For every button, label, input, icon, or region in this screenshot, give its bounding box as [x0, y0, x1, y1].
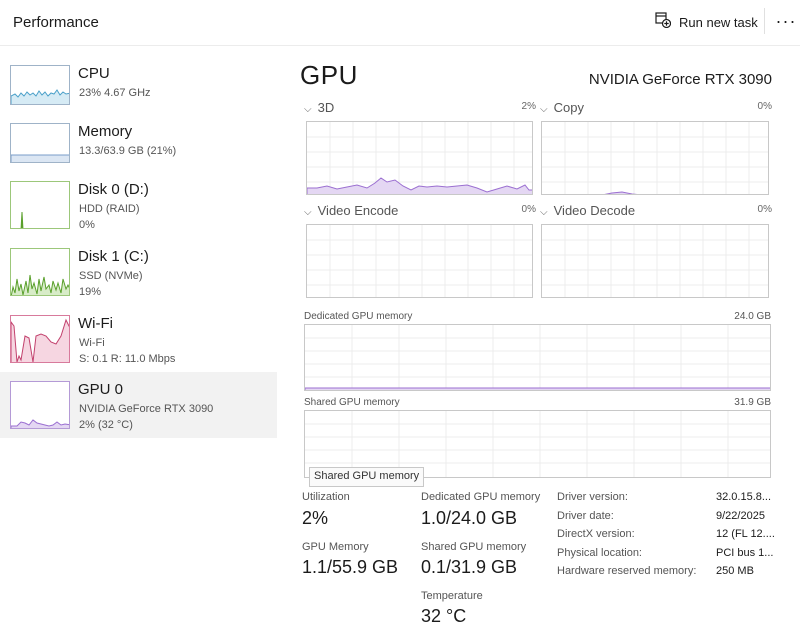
- header-bar: Performance Run new task ···: [0, 0, 800, 46]
- memory-thumbnail-graph: [10, 123, 70, 163]
- temperature-label: Temperature: [421, 590, 483, 602]
- shared-stat-value: 0.1/31.9 GB: [421, 557, 518, 577]
- engine-copy-selector[interactable]: ⌵ Copy 0%: [540, 100, 772, 116]
- wifi-thumbnail-graph: [10, 315, 70, 363]
- sidebar-item-label: Disk 1 (C:): [78, 248, 149, 265]
- chevron-down-icon: ⌵: [304, 207, 312, 218]
- gpu0-thumbnail-graph: [10, 381, 70, 429]
- sidebar-item-gpu0[interactable]: GPU 0 NVIDIA GeForce RTX 3090 2% (32 °C): [0, 372, 277, 438]
- header-divider: [764, 8, 765, 34]
- gpu-memory-label: GPU Memory: [302, 541, 369, 553]
- sidebar-item-adapter: Wi-Fi: [79, 337, 105, 349]
- engine-label: Copy: [553, 100, 584, 115]
- dedicated-stat-label: Dedicated GPU memory: [421, 491, 541, 503]
- driver-date-value: 9/22/2025: [716, 510, 765, 522]
- engine-percent: 2%: [521, 101, 536, 112]
- driver-date-label: Driver date:: [557, 510, 614, 522]
- utilization-label: Utilization: [302, 491, 350, 503]
- shared-stat-label: Shared GPU memory: [421, 541, 527, 553]
- chevron-down-icon: ⌵: [540, 207, 548, 218]
- shared-memory-max: 31.9 GB: [734, 397, 771, 408]
- run-task-icon: [655, 11, 672, 33]
- physical-location-label: Physical location:: [557, 547, 642, 559]
- engine-video-decode-graph: [541, 224, 769, 298]
- shared-memory-label: Shared GPU memory: [304, 397, 400, 408]
- engine-copy-graph: [541, 121, 769, 195]
- disk1-thumbnail-graph: [10, 248, 70, 296]
- run-new-task-label: Run new task: [679, 14, 758, 30]
- engine-percent: 0%: [757, 204, 772, 215]
- chevron-down-icon: ⌵: [540, 104, 548, 115]
- engine-percent: 0%: [757, 101, 772, 112]
- sidebar-item-disk0[interactable]: Disk 0 (D:) HDD (RAID) 0%: [0, 172, 277, 238]
- dedicated-stat-value: 1.0/24.0 GB: [421, 508, 518, 528]
- engine-video-decode-selector[interactable]: ⌵ Video Decode 0%: [540, 203, 772, 219]
- sidebar-item-type: SSD (NVMe): [79, 270, 143, 282]
- chevron-down-icon: ⌵: [304, 104, 312, 115]
- dedicated-memory-graph: [304, 324, 771, 391]
- engine-percent: 0%: [521, 204, 536, 215]
- gpu-model-name: NVIDIA GeForce RTX 3090: [588, 71, 772, 88]
- dedicated-memory-max: 24.0 GB: [734, 311, 771, 322]
- engine-3d-graph: [306, 121, 533, 195]
- sidebar-item-label: Disk 0 (D:): [78, 181, 149, 198]
- directx-version-value: 12 (FL 12....: [716, 528, 775, 540]
- graph-tooltip: Shared GPU memory: [309, 467, 425, 487]
- sidebar-item-detail: 23% 4.67 GHz: [79, 87, 151, 99]
- sidebar-item-disk1[interactable]: Disk 1 (C:) SSD (NVMe) 19%: [0, 239, 277, 305]
- sidebar-item-label: GPU 0: [78, 381, 124, 398]
- engine-video-encode-graph: [306, 224, 533, 298]
- reserved-memory-value: 250 MB: [716, 565, 754, 577]
- driver-version-value: 32.0.15.8...: [716, 491, 772, 503]
- engine-video-encode-selector[interactable]: ⌵ Video Encode 0%: [304, 203, 536, 219]
- directx-version-label: DirectX version:: [557, 528, 635, 540]
- sidebar-item-detail: 13.3/63.9 GB (21%): [79, 145, 177, 157]
- reserved-memory-label: Hardware reserved memory:: [557, 565, 697, 577]
- engine-label: Video Encode: [317, 203, 399, 218]
- sidebar-item-type: HDD (RAID): [79, 203, 140, 215]
- run-new-task-button[interactable]: Run new task: [655, 10, 758, 34]
- engine-3d-selector[interactable]: ⌵ 3D 2%: [304, 100, 536, 116]
- sidebar-item-cpu[interactable]: CPU 23% 4.67 GHz: [0, 56, 277, 122]
- disk0-thumbnail-graph: [10, 181, 70, 229]
- driver-version-label: Driver version:: [557, 491, 628, 503]
- engine-label: Video Decode: [553, 203, 636, 218]
- sidebar-item-label: Memory: [78, 123, 133, 140]
- sidebar-item-memory[interactable]: Memory 13.3/63.9 GB (21%): [0, 114, 277, 180]
- sidebar-item-usage: 19%: [79, 286, 102, 298]
- cpu-thumbnail-graph: [10, 65, 70, 105]
- sidebar-item-throughput: S: 0.1 R: 11.0 Mbps: [79, 353, 176, 365]
- physical-location-value: PCI bus 1...: [716, 547, 774, 559]
- gpu-memory-value: 1.1/55.9 GB: [302, 557, 399, 577]
- gpu-heading: GPU: [300, 60, 358, 90]
- sidebar-item-model: NVIDIA GeForce RTX 3090: [79, 403, 214, 415]
- temperature-value: 32 °C: [421, 606, 467, 626]
- more-options-button[interactable]: ···: [776, 8, 796, 34]
- sidebar-item-usage: 0%: [79, 219, 95, 231]
- dedicated-memory-label: Dedicated GPU memory: [304, 311, 413, 322]
- engine-label: 3D: [317, 100, 335, 115]
- sidebar-item-usage: 2% (32 °C): [79, 419, 133, 431]
- sidebar-item-wifi[interactable]: Wi-Fi Wi-Fi S: 0.1 R: 11.0 Mbps: [0, 306, 277, 372]
- sidebar-item-label: Wi-Fi: [78, 315, 113, 332]
- utilization-value: 2%: [302, 508, 329, 528]
- sidebar-item-label: CPU: [78, 65, 110, 82]
- page-title: Performance: [13, 14, 99, 31]
